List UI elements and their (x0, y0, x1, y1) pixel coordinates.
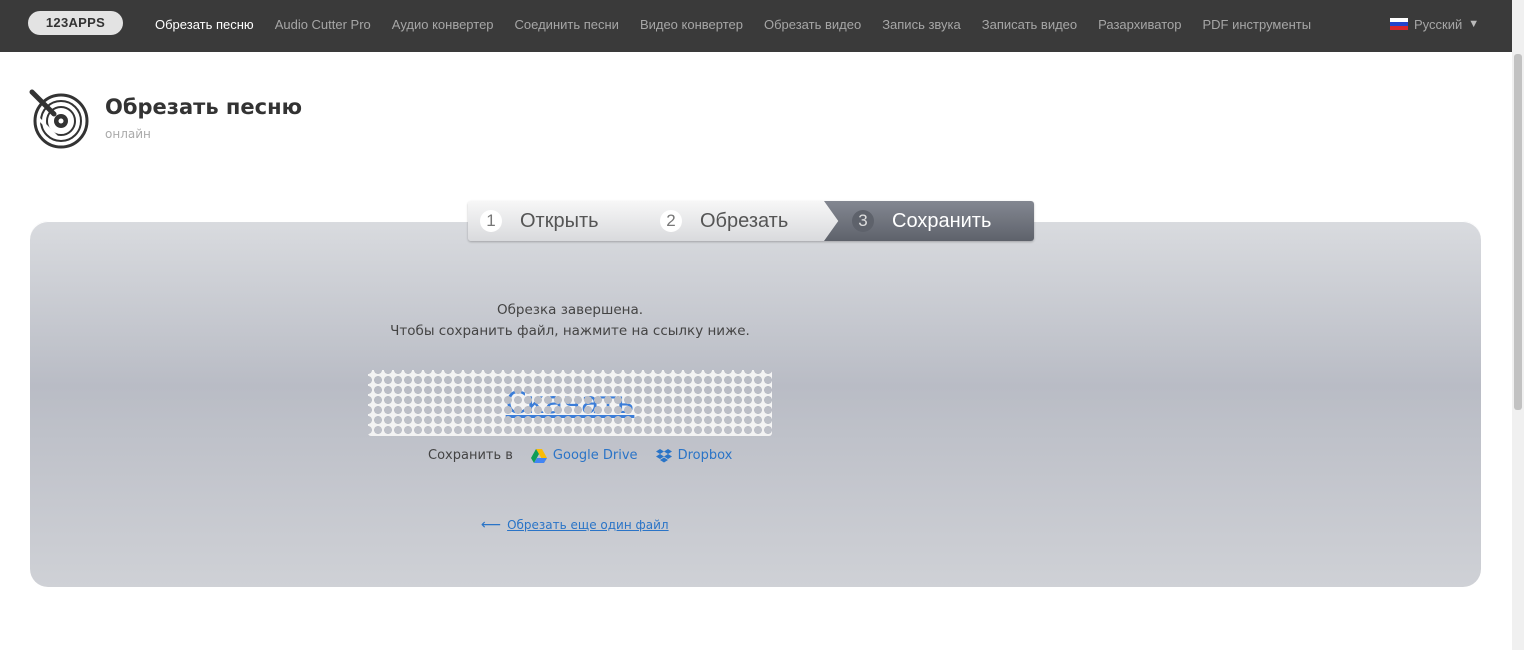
save-to-cloud: Сохранить в Google Drive Dropbox (428, 448, 732, 463)
step-cut[interactable]: 2 Обрезать (638, 201, 860, 241)
dropbox-label: Dropbox (677, 448, 733, 463)
step-number: 2 (660, 210, 682, 232)
russian-flag-icon (1390, 18, 1408, 30)
nav-link-audio-joiner[interactable]: Соединить песни (515, 17, 619, 32)
google-drive-label: Google Drive (552, 448, 638, 463)
completion-message-line1: Обрезка завершена. (496, 302, 644, 318)
123apps-logo[interactable]: 123APPS (28, 11, 123, 35)
step-label: Открыть (520, 209, 599, 232)
nav-link-video-converter[interactable]: Видео конвертер (640, 17, 743, 32)
nav-link-audio-cutter-pro[interactable]: Audio Cutter Pro (275, 17, 371, 32)
google-drive-icon (530, 448, 547, 463)
download-box: Скачать (368, 370, 772, 436)
nav-link-archive-extractor[interactable]: Разархиватор (1098, 17, 1181, 32)
step-number: 3 (852, 210, 874, 232)
nav-link-voice-recorder[interactable]: Запись звука (882, 17, 961, 32)
nav-link-audio-cutter[interactable]: Обрезать песню (155, 17, 254, 32)
nav-link-video-cutter[interactable]: Обрезать видео (764, 17, 861, 32)
vertical-scrollbar[interactable] (1512, 0, 1524, 650)
google-drive-link[interactable]: Google Drive (530, 448, 638, 463)
completion-message: Обрезка завершена. Чтобы сохранить файл,… (300, 300, 840, 342)
scrollbar-thumb[interactable] (1514, 54, 1522, 410)
app-nav-links: Обрезать песню Audio Cutter Pro Аудио ко… (155, 0, 1332, 48)
nav-link-pdf-tools[interactable]: PDF инструменты (1202, 17, 1311, 32)
top-navigation-bar: 123APPS Обрезать песню Audio Cutter Pro … (0, 0, 1512, 52)
step-save[interactable]: 3 Сохранить (824, 201, 1034, 241)
page-subtitle: онлайн (105, 127, 151, 141)
download-link[interactable]: Скачать (506, 386, 635, 421)
step-number: 1 (480, 210, 502, 232)
arrow-left-icon: ⟵ (481, 517, 502, 533)
language-label: Русский (1414, 16, 1463, 32)
save-to-label: Сохранить в (428, 448, 513, 463)
cut-another-file-link[interactable]: ⟵ Обрезать еще один файл (481, 517, 669, 533)
language-selector[interactable]: Русский ▼ (1390, 0, 1479, 48)
step-open[interactable]: 1 Открыть (468, 201, 670, 241)
vinyl-record-icon (29, 89, 89, 149)
cut-another-file-label: Обрезать еще один файл (507, 518, 669, 532)
completion-message-line2: Чтобы сохранить файл, нажмите на ссылку … (390, 323, 750, 339)
nav-link-video-recorder[interactable]: Записать видео (982, 17, 1077, 32)
chevron-down-icon: ▼ (1468, 18, 1480, 30)
dropbox-icon (655, 448, 672, 462)
progress-steps: 1 Открыть 2 Обрезать 3 Сохранить (468, 201, 1034, 241)
dropbox-link[interactable]: Dropbox (655, 448, 733, 463)
page-title: Обрезать песню (105, 95, 303, 119)
step-label: Сохранить (892, 209, 992, 232)
nav-link-audio-converter[interactable]: Аудио конвертер (392, 17, 494, 32)
step-label: Обрезать (700, 209, 789, 232)
